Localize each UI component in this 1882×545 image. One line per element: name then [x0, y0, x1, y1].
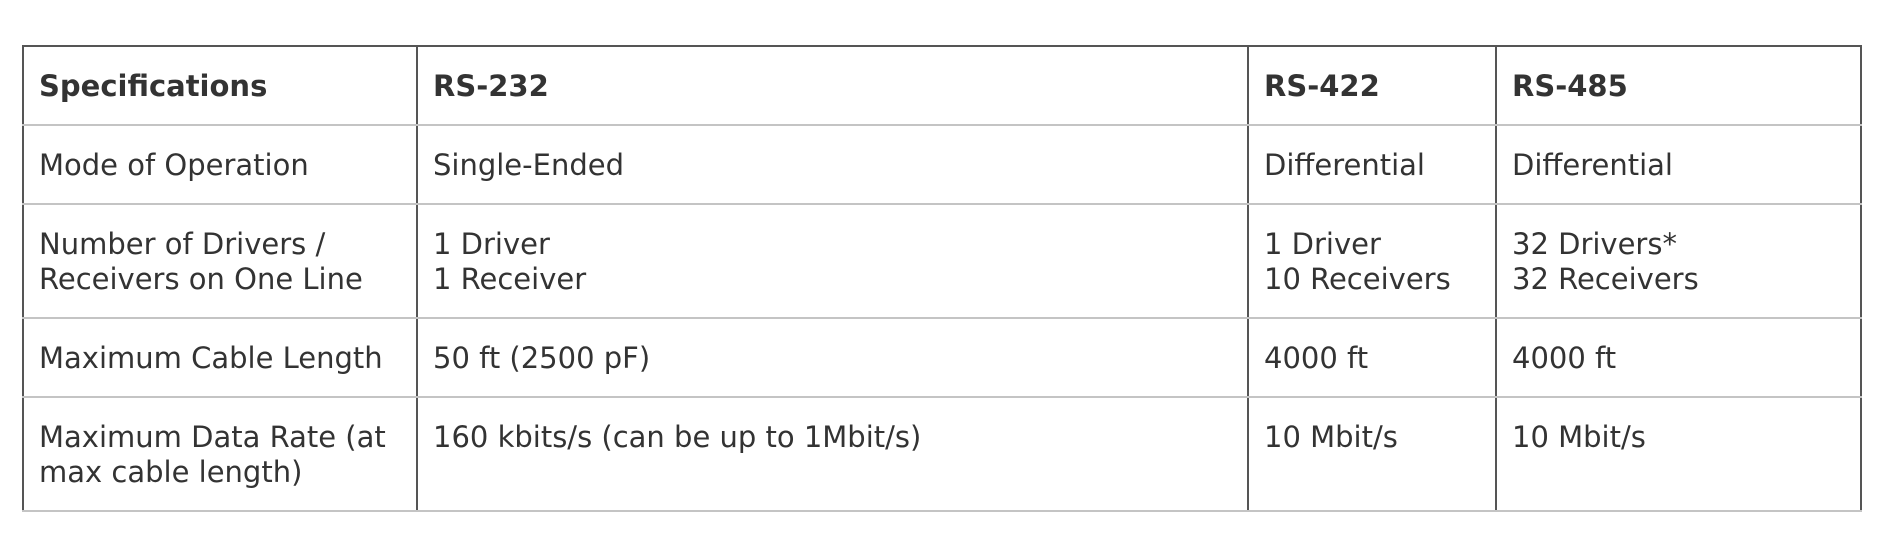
header-row: Specifications RS-232 RS-422 RS-485	[22, 45, 1862, 126]
cell-rs422: 4000 ft	[1247, 318, 1497, 398]
cell-rs232: 1 Driver 1 Receiver	[416, 204, 1249, 319]
table-header: Specifications RS-232 RS-422 RS-485	[22, 45, 1862, 126]
cell-rs422: 10 Mbit/s	[1247, 397, 1497, 512]
row-label: Mode of Operation	[22, 125, 418, 205]
header-rs485: RS-485	[1495, 45, 1862, 126]
table-row: Maximum Data Rate (at max cable length) …	[22, 397, 1862, 512]
cell-rs485: 10 Mbit/s	[1495, 397, 1862, 512]
table-row: Maximum Cable Length 50 ft (2500 pF) 400…	[22, 318, 1862, 398]
cell-rs422: 1 Driver 10 Receivers	[1247, 204, 1497, 319]
cell-rs485: 32 Drivers* 32 Receivers	[1495, 204, 1862, 319]
cell-rs232: 50 ft (2500 pF)	[416, 318, 1249, 398]
cell-rs232: 160 kbits/s (can be up to 1Mbit/s)	[416, 397, 1249, 512]
row-label: Maximum Cable Length	[22, 318, 418, 398]
cell-rs422: Differential	[1247, 125, 1497, 205]
cell-rs485: Differential	[1495, 125, 1862, 205]
table-row: Mode of Operation Single-Ended Different…	[22, 125, 1862, 205]
table-row: Number of Drivers / Receivers on One Lin…	[22, 204, 1862, 319]
row-label: Number of Drivers / Receivers on One Lin…	[22, 204, 418, 319]
table-body: Mode of Operation Single-Ended Different…	[22, 125, 1862, 512]
header-rs232: RS-232	[416, 45, 1249, 126]
header-specifications: Specifications	[22, 45, 418, 126]
spec-comparison-table: Specifications RS-232 RS-422 RS-485 Mode…	[22, 45, 1862, 512]
header-rs422: RS-422	[1247, 45, 1497, 126]
cell-rs485: 4000 ft	[1495, 318, 1862, 398]
cell-rs232: Single-Ended	[416, 125, 1249, 205]
row-label: Maximum Data Rate (at max cable length)	[22, 397, 418, 512]
